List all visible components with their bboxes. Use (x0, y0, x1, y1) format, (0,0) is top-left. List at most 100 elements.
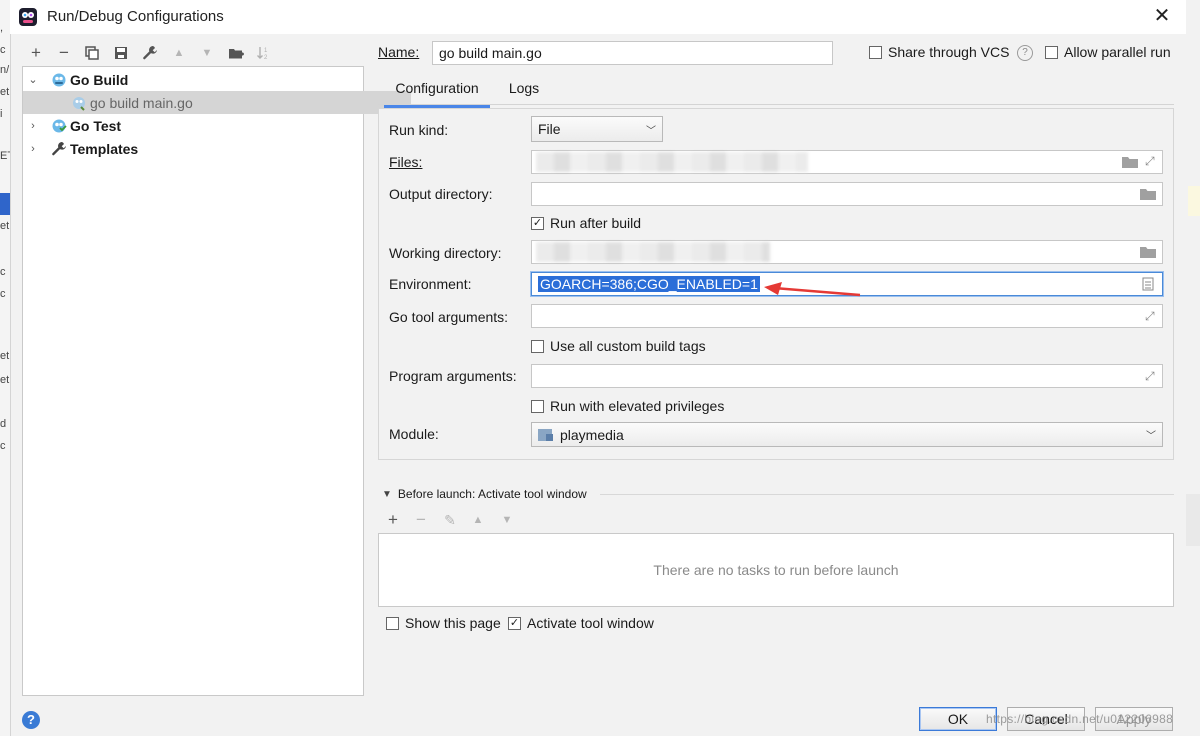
checkbox-box[interactable] (386, 616, 399, 630)
checkbox-box[interactable]: ✓ (531, 216, 544, 230)
go-tool-arguments-field[interactable] (531, 304, 1163, 328)
expand-icon[interactable]: ⤢ (1145, 310, 1157, 322)
annotation-arrow-icon (764, 282, 861, 297)
custom-build-tags-checkbox[interactable]: Use all custom build tags (531, 338, 706, 354)
activate-tool-window-checkbox[interactable]: ✓ Activate tool window (508, 615, 654, 631)
tree-node-go-test[interactable]: › Go Test (23, 114, 367, 137)
tree-node-go-build-main[interactable]: go build main.go (23, 91, 411, 114)
window-title: Run/Debug Configurations (47, 8, 224, 25)
move-down-button[interactable]: ▼ (196, 42, 218, 64)
bleed-fragment: c (0, 440, 6, 452)
show-this-page-label: Show this page (405, 615, 501, 631)
before-launch-task-list[interactable]: There are no tasks to run before launch (378, 533, 1174, 607)
add-task-button[interactable]: + (382, 509, 404, 531)
wrench-icon (52, 141, 66, 155)
checkbox-box[interactable] (869, 45, 882, 59)
save-icon (115, 47, 127, 59)
program-arguments-label: Program arguments: (389, 368, 517, 384)
configuration-tree[interactable]: ⌄ Go Build go build main.go › Go Test › … (22, 66, 411, 696)
run-kind-select[interactable]: File ﹀ (531, 116, 663, 142)
before-launch-header[interactable]: ▼ Before launch: Activate tool window (382, 487, 587, 501)
folder-icon[interactable] (1140, 246, 1156, 258)
module-icon (538, 428, 553, 441)
edit-task-button[interactable]: ✎ (439, 509, 461, 531)
remove-button[interactable]: − (53, 42, 75, 64)
move-up-button[interactable]: ▲ (168, 42, 190, 64)
sort-icon: 12 (257, 47, 268, 61)
environment-label: Environment: (389, 276, 472, 292)
bleed-fragment: i (0, 108, 3, 120)
copy-icon (85, 46, 99, 60)
name-field[interactable] (432, 41, 833, 65)
arrow-up-icon: ▲ (472, 514, 484, 526)
expand-icon[interactable]: ⤢ (1145, 370, 1157, 382)
collapse-triangle-icon[interactable]: ▼ (382, 489, 392, 500)
bleed-fragment: et (0, 220, 10, 232)
bleed-panel (1186, 494, 1200, 546)
add-button[interactable]: + (25, 42, 47, 64)
tree-item-label: go build main.go (90, 94, 193, 111)
minus-icon: − (416, 510, 426, 529)
bleed-fragment: n/ (0, 64, 10, 76)
elevated-privileges-label: Run with elevated privileges (550, 398, 725, 414)
background-window-strip: , c n/ et i ET et c c et et d c (0, 0, 11, 736)
chevron-right-icon[interactable]: › (27, 120, 39, 132)
tree-item-label: Go Test (70, 117, 122, 134)
background-window-strip-right (1186, 0, 1200, 736)
bleed-fragment: et (0, 350, 10, 362)
chevron-right-icon[interactable]: › (27, 143, 39, 155)
run-after-build-checkbox[interactable]: ✓ Run after build (531, 215, 641, 231)
environment-value: GOARCH=386;CGO_ENABLED=1 (538, 276, 760, 292)
allow-parallel-checkbox[interactable]: Allow parallel run (1045, 44, 1171, 60)
help-question-icon[interactable]: ? (1017, 45, 1033, 61)
task-down-button[interactable]: ▼ (496, 509, 518, 531)
arrow-up-icon: ▲ (173, 47, 185, 59)
watermark-text: https://blog.csdn.net/u012206988 (986, 712, 1174, 726)
bleed-fragment: c (0, 288, 6, 300)
go-test-icon (52, 119, 67, 132)
save-button[interactable] (110, 42, 132, 64)
bleed-fragment: c (0, 266, 6, 278)
before-launch-title: Before launch: Activate tool window (397, 487, 587, 501)
share-vcs-checkbox[interactable]: Share through VCS (869, 44, 1009, 60)
run-kind-value: File (538, 121, 561, 137)
tree-item-label: Templates (70, 140, 139, 157)
copy-button[interactable] (81, 42, 103, 64)
tab-label: Configuration (395, 80, 479, 96)
empty-tasks-text: There are no tasks to run before launch (653, 562, 899, 578)
output-directory-field[interactable] (531, 182, 1163, 206)
program-arguments-field[interactable] (531, 364, 1163, 388)
help-icon[interactable]: ? (22, 711, 40, 729)
folder-icon[interactable] (1122, 156, 1138, 168)
allow-parallel-label: Allow parallel run (1064, 44, 1171, 60)
go-build-icon (52, 73, 66, 86)
tree-node-go-build[interactable]: ⌄ Go Build (23, 68, 367, 91)
module-select[interactable]: playmedia ﹀ (531, 422, 1163, 447)
tree-node-templates[interactable]: › Templates (23, 137, 367, 160)
task-up-button[interactable]: ▲ (467, 509, 489, 531)
svg-text:2: 2 (264, 55, 268, 61)
tab-configuration[interactable]: Configuration (384, 80, 490, 108)
show-this-page-checkbox[interactable]: Show this page (386, 615, 501, 631)
folder-icon[interactable] (1140, 188, 1156, 200)
bleed-fragment: , (0, 22, 4, 34)
close-icon[interactable]: ✕ (1150, 4, 1174, 28)
edit-defaults-button[interactable] (139, 42, 161, 64)
checkbox-box[interactable] (531, 339, 544, 353)
document-icon[interactable] (1142, 277, 1154, 291)
sort-button[interactable]: 12 (253, 42, 275, 64)
checkbox-box[interactable]: ✓ (508, 616, 521, 630)
svg-text:1: 1 (264, 48, 268, 54)
redacted-path (536, 152, 808, 172)
new-folder-button[interactable] (225, 42, 247, 64)
checkbox-box[interactable] (531, 399, 544, 413)
checkbox-box[interactable] (1045, 45, 1058, 59)
bleed-selection (0, 193, 10, 215)
pencil-icon: ✎ (444, 511, 456, 528)
expand-icon[interactable]: ⤢ (1145, 155, 1157, 167)
remove-task-button[interactable]: − (410, 509, 432, 531)
chevron-down-icon[interactable]: ⌄ (27, 73, 39, 86)
goland-app-icon (19, 8, 37, 26)
elevated-privileges-checkbox[interactable]: Run with elevated privileges (531, 398, 724, 414)
tab-logs[interactable]: Logs (500, 80, 548, 104)
